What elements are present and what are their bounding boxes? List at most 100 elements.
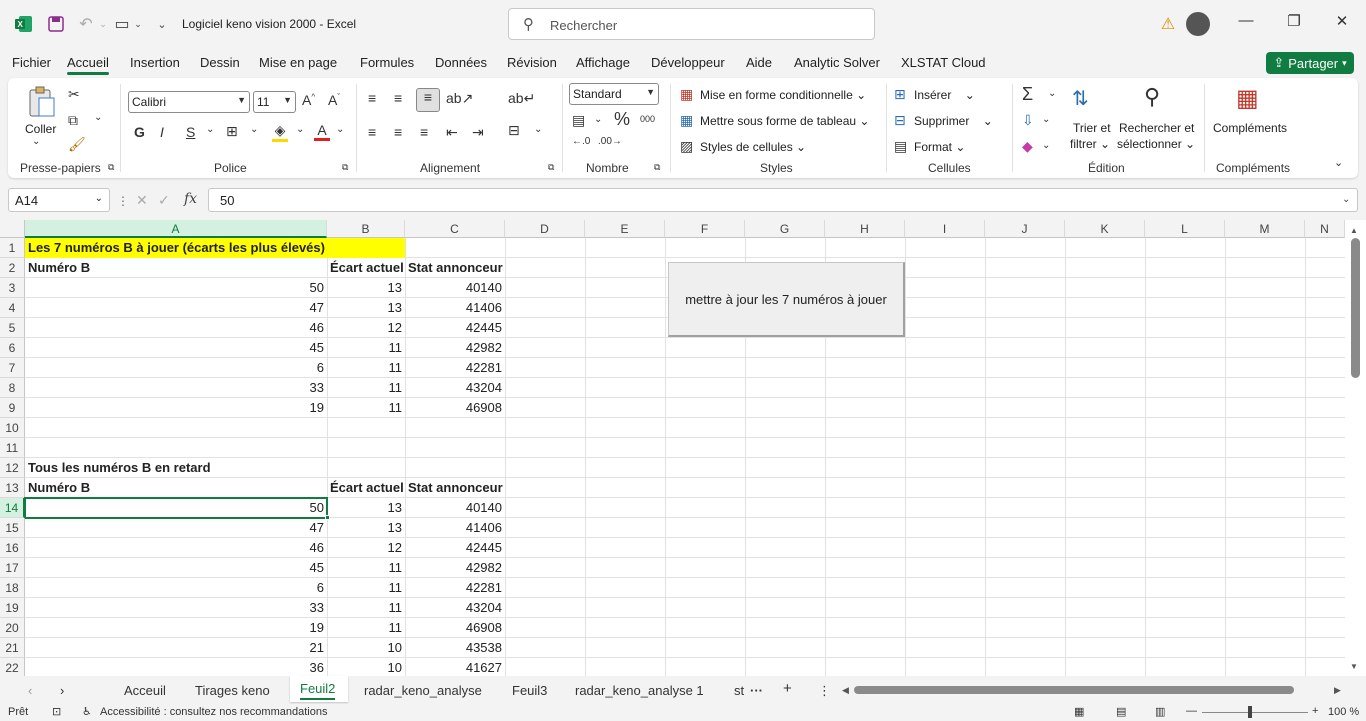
cell-b4[interactable]: 13 <box>327 298 405 318</box>
insert-cells-button[interactable]: Insérer ⌄ <box>914 88 975 102</box>
zoom-in-icon[interactable]: + <box>1312 705 1318 717</box>
chevron-down-icon[interactable]: ⌄ <box>534 124 542 135</box>
page-layout-icon[interactable]: ▤ <box>1116 705 1126 718</box>
column-header-k[interactable]: K <box>1065 220 1145 238</box>
cell-a17[interactable]: 45 <box>25 558 327 578</box>
find-select-icon[interactable]: ⚲ <box>1144 84 1160 110</box>
cell-b15[interactable]: 13 <box>327 518 405 538</box>
accounting-format-icon[interactable]: ▤ <box>572 112 585 129</box>
sheet-tab-radar-keno-analyse-1[interactable]: radar_keno_analyse 1 <box>575 683 704 698</box>
more-sheets-icon[interactable]: ··· <box>750 683 763 698</box>
autosum-icon[interactable]: Σ <box>1022 84 1033 105</box>
conditional-formatting-button[interactable]: Mise en forme conditionnelle ⌄ <box>700 88 866 102</box>
chevron-down-icon[interactable]: ⌄ <box>296 124 304 135</box>
tab-formules[interactable]: Formules <box>360 55 414 70</box>
row-header[interactable]: 7 <box>0 358 25 378</box>
merge-center-icon[interactable]: ⊟ <box>508 122 520 139</box>
row-header[interactable]: 10 <box>0 418 25 438</box>
chevron-down-icon[interactable]: ⌄ <box>132 14 144 34</box>
copy-icon[interactable]: ⧉ <box>68 112 78 129</box>
cell-b19[interactable]: 11 <box>327 598 405 618</box>
collapse-ribbon-icon[interactable]: ⌄ <box>1334 156 1343 169</box>
cell-c9[interactable]: 46908 <box>405 398 505 418</box>
cell-a12[interactable]: Tous les numéros B en retard <box>25 458 327 478</box>
tab-developpeur[interactable]: Développeur <box>651 55 725 70</box>
tab-insertion[interactable]: Insertion <box>130 55 180 70</box>
cell-c21[interactable]: 43538 <box>405 638 505 658</box>
sheet-tab-feuil2[interactable]: Feuil2 <box>300 681 336 700</box>
confirm-entry-icon[interactable]: ✓ <box>158 192 170 209</box>
row-header[interactable]: 17 <box>0 558 25 578</box>
font-size-select[interactable]: 11 ▼ <box>253 91 296 113</box>
decrease-decimal-icon[interactable]: .00→ <box>598 136 622 147</box>
cell-a18[interactable]: 6 <box>25 578 327 598</box>
format-cells-icon[interactable]: ▤ <box>894 138 907 155</box>
chevron-down-icon[interactable]: ⌄ <box>32 136 40 147</box>
sort-filter-button[interactable]: filtrer ⌄ <box>1070 137 1110 151</box>
row-header[interactable]: 20 <box>0 618 25 638</box>
minimize-button[interactable]: — <box>1234 12 1258 36</box>
cell-c4[interactable]: 41406 <box>405 298 505 318</box>
row-header[interactable]: 2 <box>0 258 25 278</box>
cell-c13[interactable]: Stat annonceur <box>405 478 505 498</box>
chevron-down-icon[interactable]: ⌄ <box>336 124 344 135</box>
cell-b20[interactable]: 11 <box>327 618 405 638</box>
find-select-button[interactable]: sélectionner ⌄ <box>1117 137 1195 151</box>
wrap-text-icon[interactable]: ab↵ <box>508 90 535 107</box>
clear-icon[interactable]: ◆ <box>1022 138 1033 155</box>
cell-b2[interactable]: Écart actuel <box>327 258 405 278</box>
share-button[interactable]: ⇪ Partager ▾ <box>1266 52 1354 74</box>
chevron-down-icon[interactable]: ⌄ <box>1048 88 1056 99</box>
tab-accueil[interactable]: Accueil <box>67 55 109 75</box>
cell-a8[interactable]: 33 <box>25 378 327 398</box>
cell-a15[interactable]: 47 <box>25 518 327 538</box>
dialog-launcher-icon[interactable]: ⧉ <box>654 162 660 173</box>
insert-cells-icon[interactable]: ⊞ <box>894 86 906 103</box>
column-header-d[interactable]: D <box>505 220 585 238</box>
cell-a11[interactable] <box>25 438 327 458</box>
cell-b16[interactable]: 12 <box>327 538 405 558</box>
bold-button[interactable]: G <box>134 124 145 140</box>
page-break-icon[interactable]: ▥ <box>1155 705 1165 718</box>
avatar[interactable] <box>1186 12 1210 36</box>
cancel-entry-icon[interactable]: ✕ <box>136 192 148 209</box>
dialog-launcher-icon[interactable]: ⧉ <box>548 162 554 173</box>
cell-a22[interactable]: 36 <box>25 658 327 676</box>
accessibility-icon[interactable]: ♿ <box>82 705 92 718</box>
cell-c11[interactable] <box>405 438 505 458</box>
zoom-slider[interactable] <box>1202 712 1308 713</box>
print-preview-icon[interactable]: ▭ <box>112 14 132 34</box>
column-header-l[interactable]: L <box>1145 220 1225 238</box>
cell-a19[interactable]: 33 <box>25 598 327 618</box>
cell-a5[interactable]: 46 <box>25 318 327 338</box>
chevron-down-icon[interactable]: ⌄ <box>1042 140 1050 151</box>
cell-b17[interactable]: 11 <box>327 558 405 578</box>
conditional-formatting-icon[interactable]: ▦ <box>680 86 693 103</box>
chevron-down-icon[interactable]: ⌄ <box>206 124 214 135</box>
close-button[interactable]: ✕ <box>1330 12 1354 36</box>
column-header-i[interactable]: I <box>905 220 985 238</box>
cell-b21[interactable]: 10 <box>327 638 405 658</box>
cell-b22[interactable]: 10 <box>327 658 405 676</box>
decrease-font-icon[interactable]: Aˇ <box>328 92 340 108</box>
row-header[interactable]: 5 <box>0 318 25 338</box>
cell-c10[interactable] <box>405 418 505 438</box>
cell-a3[interactable]: 50 <box>25 278 327 298</box>
tab-aide[interactable]: Aide <box>746 55 772 70</box>
scroll-thumb[interactable] <box>1351 238 1360 378</box>
orientation-icon[interactable]: ab↗ <box>446 90 473 107</box>
cell-b9[interactable]: 11 <box>327 398 405 418</box>
cell-b18[interactable]: 11 <box>327 578 405 598</box>
underline-button[interactable]: S <box>186 124 195 140</box>
more-options-icon[interactable]: ⋮ <box>818 683 831 699</box>
sort-filter-label-1[interactable]: Trier et <box>1073 121 1111 135</box>
column-header-f[interactable]: F <box>665 220 745 238</box>
column-header-b[interactable]: B <box>327 220 405 238</box>
tab-mise-en-page[interactable]: Mise en page <box>259 55 337 70</box>
cell-c15[interactable]: 41406 <box>405 518 505 538</box>
chevron-down-icon[interactable]: ⌄ <box>94 112 102 123</box>
cell-styles-icon[interactable]: ▨ <box>680 138 693 155</box>
dialog-launcher-icon[interactable]: ⧉ <box>342 162 348 173</box>
tab-fichier[interactable]: Fichier <box>12 55 51 70</box>
vertical-scrollbar[interactable]: ▲ ▼ <box>1346 220 1366 676</box>
